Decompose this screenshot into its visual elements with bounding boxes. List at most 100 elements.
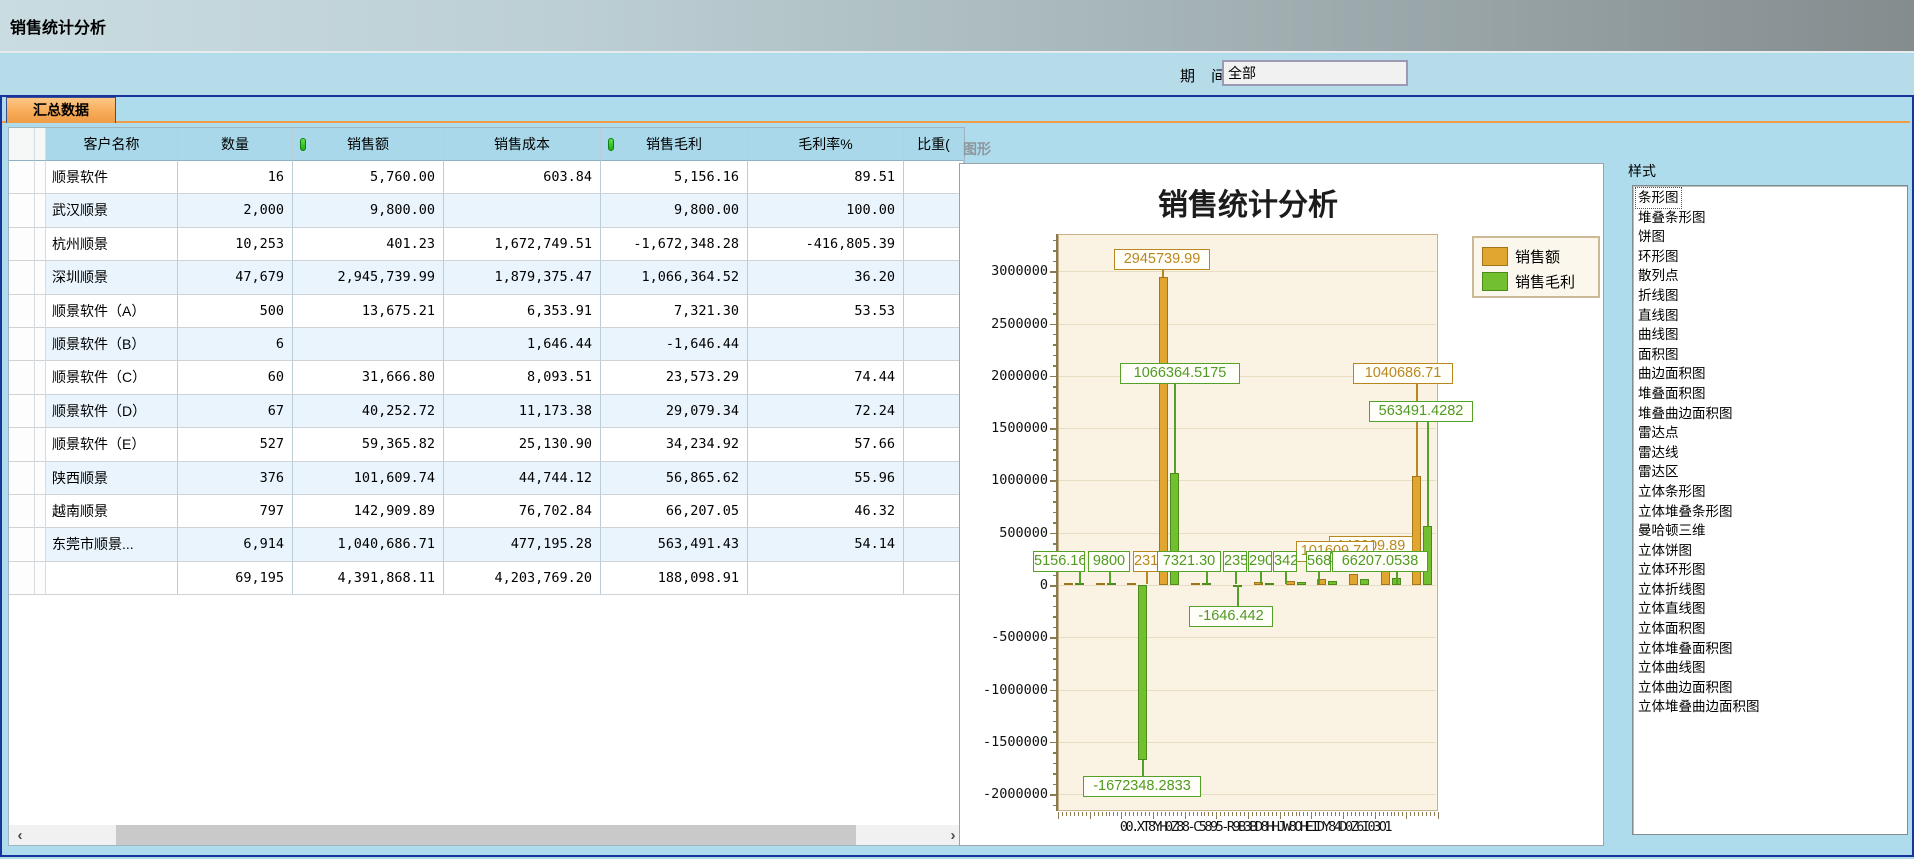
callout-connector (1260, 572, 1262, 584)
row-selector-cell[interactable] (9, 328, 35, 361)
scroll-left-button[interactable]: ‹ (9, 825, 31, 846)
column-header-4[interactable]: 销售毛利 (601, 128, 748, 161)
tab-summary-data[interactable]: 汇总数据 (6, 97, 116, 123)
style-list-item[interactable]: 条形图 (1636, 188, 1681, 208)
row-selector-cell[interactable] (35, 228, 46, 261)
row-selector-cell[interactable] (9, 261, 35, 294)
cell (904, 395, 964, 428)
style-list-item[interactable]: 立体直线图 (1636, 599, 1708, 619)
horizontal-scrollbar[interactable]: ‹ › (9, 825, 964, 846)
style-list-item[interactable]: 散列点 (1636, 266, 1681, 286)
table-row[interactable]: 深圳顺景47,6792,945,739.991,879,375.471,066,… (9, 261, 964, 294)
style-list-item[interactable]: 立体堆叠面积图 (1636, 639, 1735, 659)
row-selector-cell[interactable] (9, 395, 35, 428)
row-selector-cell[interactable] (35, 395, 46, 428)
table-row[interactable]: 武汉顺景2,0009,800.009,800.00100.00 (9, 194, 964, 227)
row-selector-cell[interactable] (35, 328, 46, 361)
row-selector-cell[interactable] (9, 562, 35, 595)
table-row[interactable]: 陕西顺景376101,609.7444,744.1256,865.6255.96 (9, 462, 964, 495)
style-list-item[interactable]: 立体曲边面积图 (1636, 678, 1735, 698)
cell: 4,391,868.11 (293, 562, 444, 595)
y-minor-tick (1053, 721, 1058, 723)
style-list-item[interactable]: 立体折线图 (1636, 580, 1708, 600)
row-selector-cell[interactable] (9, 295, 35, 328)
style-list-item[interactable]: 雷达线 (1636, 443, 1681, 463)
row-selector-cell[interactable] (9, 528, 35, 561)
table-row[interactable]: 杭州顺景10,253401.231,672,749.51-1,672,348.2… (9, 228, 964, 261)
row-selector-cell[interactable] (35, 495, 46, 528)
y-minor-tick (1053, 240, 1058, 242)
row-selector-cell[interactable] (9, 228, 35, 261)
x-tick (1292, 812, 1293, 816)
x-tick (1078, 812, 1079, 816)
row-selector-cell[interactable] (35, 161, 46, 194)
style-list-item[interactable]: 堆叠曲边面积图 (1636, 404, 1735, 424)
cell: 57.66 (748, 428, 904, 461)
row-selector-cell[interactable] (9, 194, 35, 227)
row-selector-cell[interactable] (35, 528, 46, 561)
column-header-6[interactable]: 比重( (904, 128, 964, 161)
style-list-item[interactable]: 立体环形图 (1636, 560, 1708, 580)
row-selector-cell[interactable] (9, 462, 35, 495)
style-list-item[interactable]: 曲边面积图 (1636, 364, 1708, 384)
style-list-item[interactable]: 立体面积图 (1636, 619, 1708, 639)
x-tick (1193, 812, 1194, 816)
style-list-item[interactable]: 环形图 (1636, 247, 1681, 267)
style-list-item[interactable]: 立体堆叠曲边面积图 (1636, 697, 1762, 717)
summary-table: 客户名称数量销售额销售成本销售毛利毛利率%比重(顺景软件165,760.0060… (9, 128, 964, 595)
style-list-item[interactable]: 饼图 (1636, 227, 1667, 247)
style-list-item[interactable]: 折线图 (1636, 286, 1681, 306)
bar-profit-6 (1265, 583, 1274, 585)
row-selector-cell[interactable] (9, 361, 35, 394)
cell: 2,000 (178, 194, 293, 227)
row-selector-cell[interactable] (9, 161, 35, 194)
row-selector-cell[interactable] (35, 361, 46, 394)
cell: 5,760.00 (293, 161, 444, 194)
row-selector-cell[interactable] (9, 495, 35, 528)
style-list-item[interactable]: 堆叠面积图 (1636, 384, 1708, 404)
table-row[interactable]: 越南顺景797142,909.8976,702.8466,207.0546.32 (9, 495, 964, 528)
y-minor-tick (1053, 470, 1058, 472)
column-header-5[interactable]: 毛利率% (748, 128, 904, 161)
row-selector-cell[interactable] (35, 428, 46, 461)
table-row[interactable]: 69,1954,391,868.114,203,769.20188,098.91 (9, 562, 964, 595)
scroll-thumb[interactable] (116, 825, 856, 846)
table-row[interactable]: 东莞市顺景...6,9141,040,686.71477,195.28563,4… (9, 528, 964, 561)
cell: 13,675.21 (293, 295, 444, 328)
table-row[interactable]: 顺景软件165,760.00603.845,156.1689.51 (9, 161, 964, 194)
style-list-item[interactable]: 雷达区 (1636, 462, 1681, 482)
style-list-item[interactable]: 面积图 (1636, 345, 1681, 365)
row-selector-cell[interactable] (35, 261, 46, 294)
style-list-item[interactable]: 立体饼图 (1636, 541, 1694, 561)
tabstrip-underline (2, 121, 1910, 123)
y-minor-tick (1053, 543, 1058, 545)
table-row[interactable]: 顺景软件（C）6031,666.808,093.5123,573.2974.44 (9, 361, 964, 394)
row-selector-cell[interactable] (35, 562, 46, 595)
column-header-1[interactable]: 数量 (178, 128, 293, 161)
style-list-item[interactable]: 堆叠条形图 (1636, 208, 1708, 228)
column-header-0[interactable]: 客户名称 (46, 128, 178, 161)
table-row[interactable]: 顺景软件（B）61,646.44-1,646.44 (9, 328, 964, 361)
callout-label: 9800 (1088, 551, 1130, 572)
style-list-item[interactable]: 雷达点 (1636, 423, 1681, 443)
bar-sales-2 (1127, 583, 1136, 585)
style-list-item[interactable]: 曲线图 (1636, 325, 1681, 345)
column-header-2[interactable]: 销售额 (293, 128, 444, 161)
row-selector-cell[interactable] (9, 428, 35, 461)
y-tick-label: 3000000 (962, 263, 1048, 279)
style-list-item[interactable]: 立体曲线图 (1636, 658, 1708, 678)
style-list-item[interactable]: 立体条形图 (1636, 482, 1708, 502)
table-row[interactable]: 顺景软件（A）50013,675.216,353.917,321.3053.53 (9, 295, 964, 328)
table-row[interactable]: 顺景软件（E）52759,365.8225,130.9034,234.9257.… (9, 428, 964, 461)
callout-label: 2945739.99 (1114, 249, 1210, 270)
row-selector-cell[interactable] (35, 462, 46, 495)
row-selector-cell[interactable] (35, 295, 46, 328)
x-tick (1363, 812, 1364, 816)
style-list-item[interactable]: 曼哈顿三维 (1636, 521, 1708, 541)
table-row[interactable]: 顺景软件（D）6740,252.7211,173.3829,079.3472.2… (9, 395, 964, 428)
column-header-3[interactable]: 销售成本 (444, 128, 601, 161)
period-input[interactable] (1222, 60, 1408, 86)
style-list-item[interactable]: 立体堆叠条形图 (1636, 502, 1735, 522)
style-list-item[interactable]: 直线图 (1636, 306, 1681, 326)
row-selector-cell[interactable] (35, 194, 46, 227)
